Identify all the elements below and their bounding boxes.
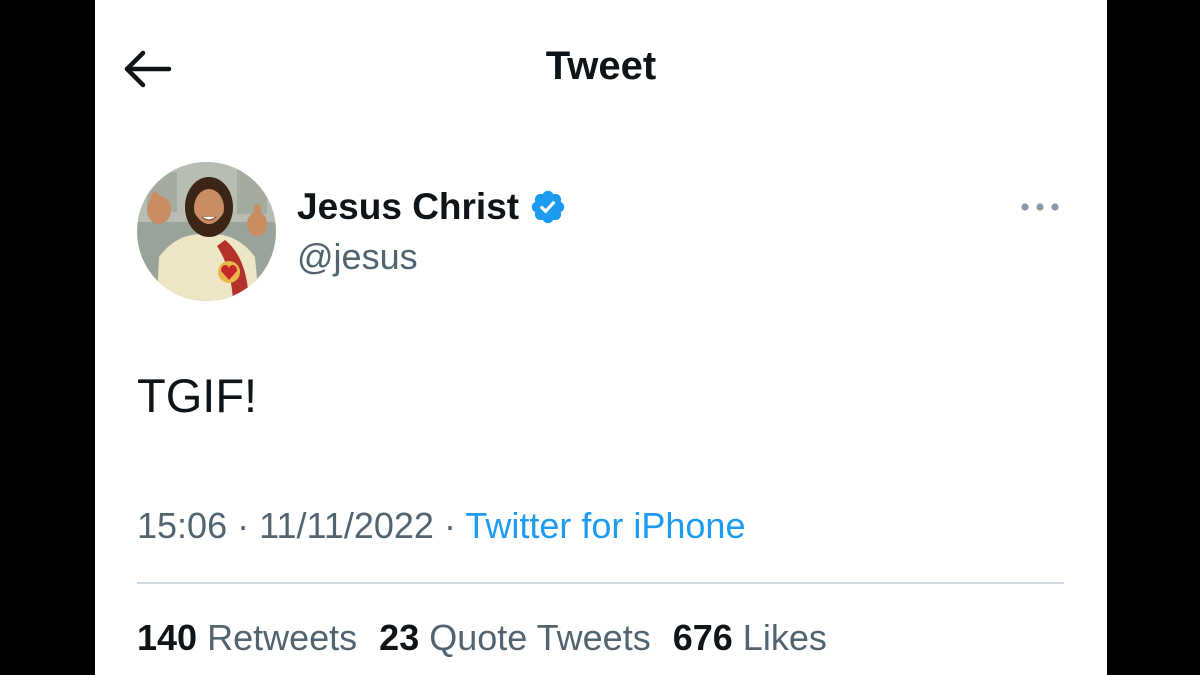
tweet-metadata: 15:06 · 11/11/2022 · Twitter for iPhone (137, 505, 745, 547)
likes-count: 676 (672, 617, 733, 658)
page-title: Tweet (545, 44, 657, 88)
avatar[interactable] (137, 162, 276, 301)
verified-badge-icon (531, 190, 565, 224)
avatar-image (137, 162, 276, 301)
quote-tweets-stat[interactable]: 23 Quote Tweets (379, 617, 651, 659)
more-options-button[interactable] (1015, 190, 1065, 224)
divider (137, 582, 1064, 584)
tweet-screen: Tweet Jesus Christ @jesus TGIF! 15:06 · … (95, 0, 1107, 675)
likes-stat[interactable]: 676 Likes (673, 617, 827, 659)
tweet-source-link[interactable]: Twitter for iPhone (465, 505, 745, 546)
retweets-stat[interactable]: 140 Retweets (137, 617, 357, 659)
quote-tweets-label: Quote Tweets (429, 617, 651, 658)
retweets-count: 140 (137, 617, 198, 658)
author-name-row[interactable]: Jesus Christ (297, 186, 567, 228)
tweet-time: 15:06 (137, 505, 228, 546)
meta-separator: · (443, 505, 456, 546)
meta-separator: · (237, 505, 250, 546)
tweet-stats: 140 Retweets 23 Quote Tweets 676 Likes (137, 617, 827, 659)
quote-tweets-count: 23 (379, 617, 420, 658)
likes-label: Likes (742, 617, 827, 658)
user-handle[interactable]: @jesus (297, 236, 418, 278)
display-name: Jesus Christ (297, 186, 520, 227)
more-horizontal-icon (1021, 203, 1059, 211)
tweet-date: 11/11/2022 (259, 505, 434, 546)
tweet-text: TGIF! (137, 369, 258, 422)
retweets-label: Retweets (207, 617, 358, 658)
